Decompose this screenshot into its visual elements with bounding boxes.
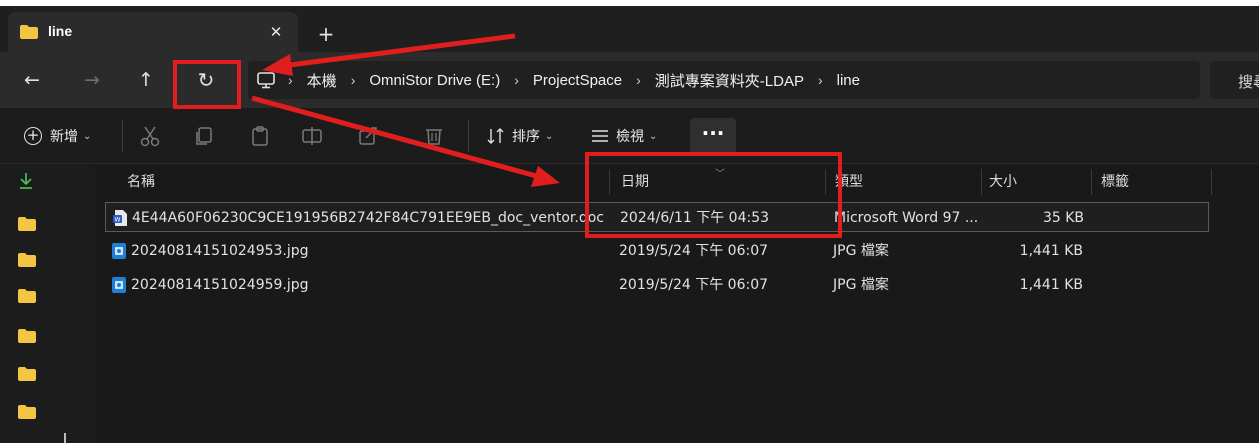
sort-button[interactable]: 排序 ⌄ [486, 124, 553, 148]
plus-icon: + [24, 127, 42, 145]
view-button[interactable]: 檢視 ⌄ [590, 124, 657, 148]
breadcrumb-item-line[interactable]: line [837, 72, 860, 89]
file-size: 1,441 KB [1019, 277, 1083, 293]
download-icon[interactable] [18, 171, 34, 191]
search-placeholder: 搜尋 [1238, 73, 1259, 91]
copy-icon[interactable] [190, 122, 218, 150]
breadcrumb-item-this-pc[interactable]: 本機 [307, 70, 337, 91]
column-header-tags[interactable]: 標籤 [1101, 165, 1201, 197]
file-name: 4E44A60F06230C9CE191956B2742F84C791EE9EB… [132, 210, 604, 226]
image-file-icon [112, 277, 126, 293]
folder-icon[interactable] [18, 405, 36, 419]
file-type: JPG 檔案 [833, 277, 889, 293]
toolbar-divider [122, 120, 123, 152]
folder-icon[interactable] [18, 329, 36, 343]
new-button[interactable]: + 新增 ⌄ [24, 124, 91, 148]
column-header-size-label: 大小 [989, 174, 1017, 190]
paste-icon[interactable] [246, 122, 274, 150]
chevron-down-icon: ⌄ [83, 130, 92, 142]
tab-line[interactable]: line ✕ [8, 12, 298, 52]
view-label: 檢視 [616, 129, 644, 145]
column-header-tags-label: 標籤 [1101, 174, 1129, 190]
file-type: JPG 檔案 [833, 243, 889, 259]
scrollbar-thumb[interactable] [64, 433, 66, 443]
column-header-name-label: 名稱 [127, 174, 155, 190]
column-divider[interactable] [1211, 169, 1212, 195]
more-options-button[interactable]: ··· [690, 118, 736, 154]
svg-text:W: W [115, 217, 121, 224]
breadcrumb-item-projectspace[interactable]: ProjectSpace [533, 72, 622, 89]
tab-strip: line ✕ + [0, 6, 1259, 52]
sort-label: 排序 [512, 129, 540, 145]
chevron-down-icon: ⌄ [545, 130, 554, 142]
file-date: 2019/5/24 下午 06:07 [619, 277, 769, 293]
back-button[interactable]: ← [14, 62, 50, 98]
table-row[interactable]: 20240814151024959.jpg 2019/5/24 下午 06:07… [105, 270, 1209, 300]
column-header-name[interactable]: 名稱 [127, 165, 607, 197]
up-button[interactable]: ↑ [128, 62, 164, 98]
column-divider[interactable] [1091, 169, 1092, 195]
column-header-size[interactable]: 大小 [989, 165, 1085, 197]
folder-icon [20, 25, 38, 39]
image-file-icon [112, 243, 126, 259]
breadcrumb-separator: › [350, 72, 356, 88]
file-type: Microsoft Word 97 ... [834, 210, 979, 226]
view-icon [592, 130, 608, 142]
folder-icon[interactable] [18, 367, 36, 381]
navigation-pane [0, 165, 95, 443]
search-input[interactable]: 搜尋 [1210, 61, 1259, 99]
breadcrumb: › 本機 › OmniStor Drive (E:) › ProjectSpac… [288, 61, 860, 99]
folder-icon[interactable] [18, 253, 36, 267]
address-bar[interactable]: › 本機 › OmniStor Drive (E:) › ProjectSpac… [248, 61, 1200, 99]
new-tab-button[interactable]: + [312, 20, 340, 48]
close-tab-icon[interactable]: ✕ [264, 20, 288, 44]
rename-icon[interactable] [298, 122, 326, 150]
folder-icon[interactable] [18, 217, 36, 231]
forward-button[interactable]: → [74, 62, 110, 98]
column-header-type[interactable]: 類型 [835, 165, 975, 197]
column-divider[interactable] [981, 169, 982, 195]
toolbar-divider [468, 120, 469, 152]
breadcrumb-separator: › [636, 72, 641, 88]
cut-icon[interactable] [136, 122, 164, 150]
file-name: 20240814151024959.jpg [131, 277, 309, 293]
word-doc-icon: W [113, 210, 127, 226]
computer-icon [257, 72, 275, 89]
folder-icon[interactable] [18, 289, 36, 303]
file-size: 35 KB [1042, 210, 1084, 226]
share-icon[interactable] [354, 122, 382, 150]
new-button-label: 新增 [50, 129, 78, 145]
file-name: 20240814151024953.jpg [131, 243, 309, 259]
table-row[interactable]: 20240814151024953.jpg 2019/5/24 下午 06:07… [105, 236, 1209, 266]
sort-icon [487, 128, 504, 144]
tab-title: line [48, 23, 73, 39]
annotation-box-refresh [173, 60, 241, 109]
breadcrumb-item-ldap-folder[interactable]: 測試專案資料夾-LDAP [655, 70, 804, 91]
breadcrumb-separator: › [288, 72, 293, 88]
chevron-down-icon: ⌄ [649, 130, 658, 142]
annotation-box-date [585, 152, 842, 238]
file-date: 2019/5/24 下午 06:07 [619, 243, 769, 259]
delete-icon[interactable] [420, 122, 448, 150]
breadcrumb-separator: › [817, 72, 823, 88]
file-size: 1,441 KB [1019, 243, 1083, 259]
breadcrumb-item-drive[interactable]: OmniStor Drive (E:) [369, 72, 500, 89]
breadcrumb-separator: › [514, 72, 519, 88]
